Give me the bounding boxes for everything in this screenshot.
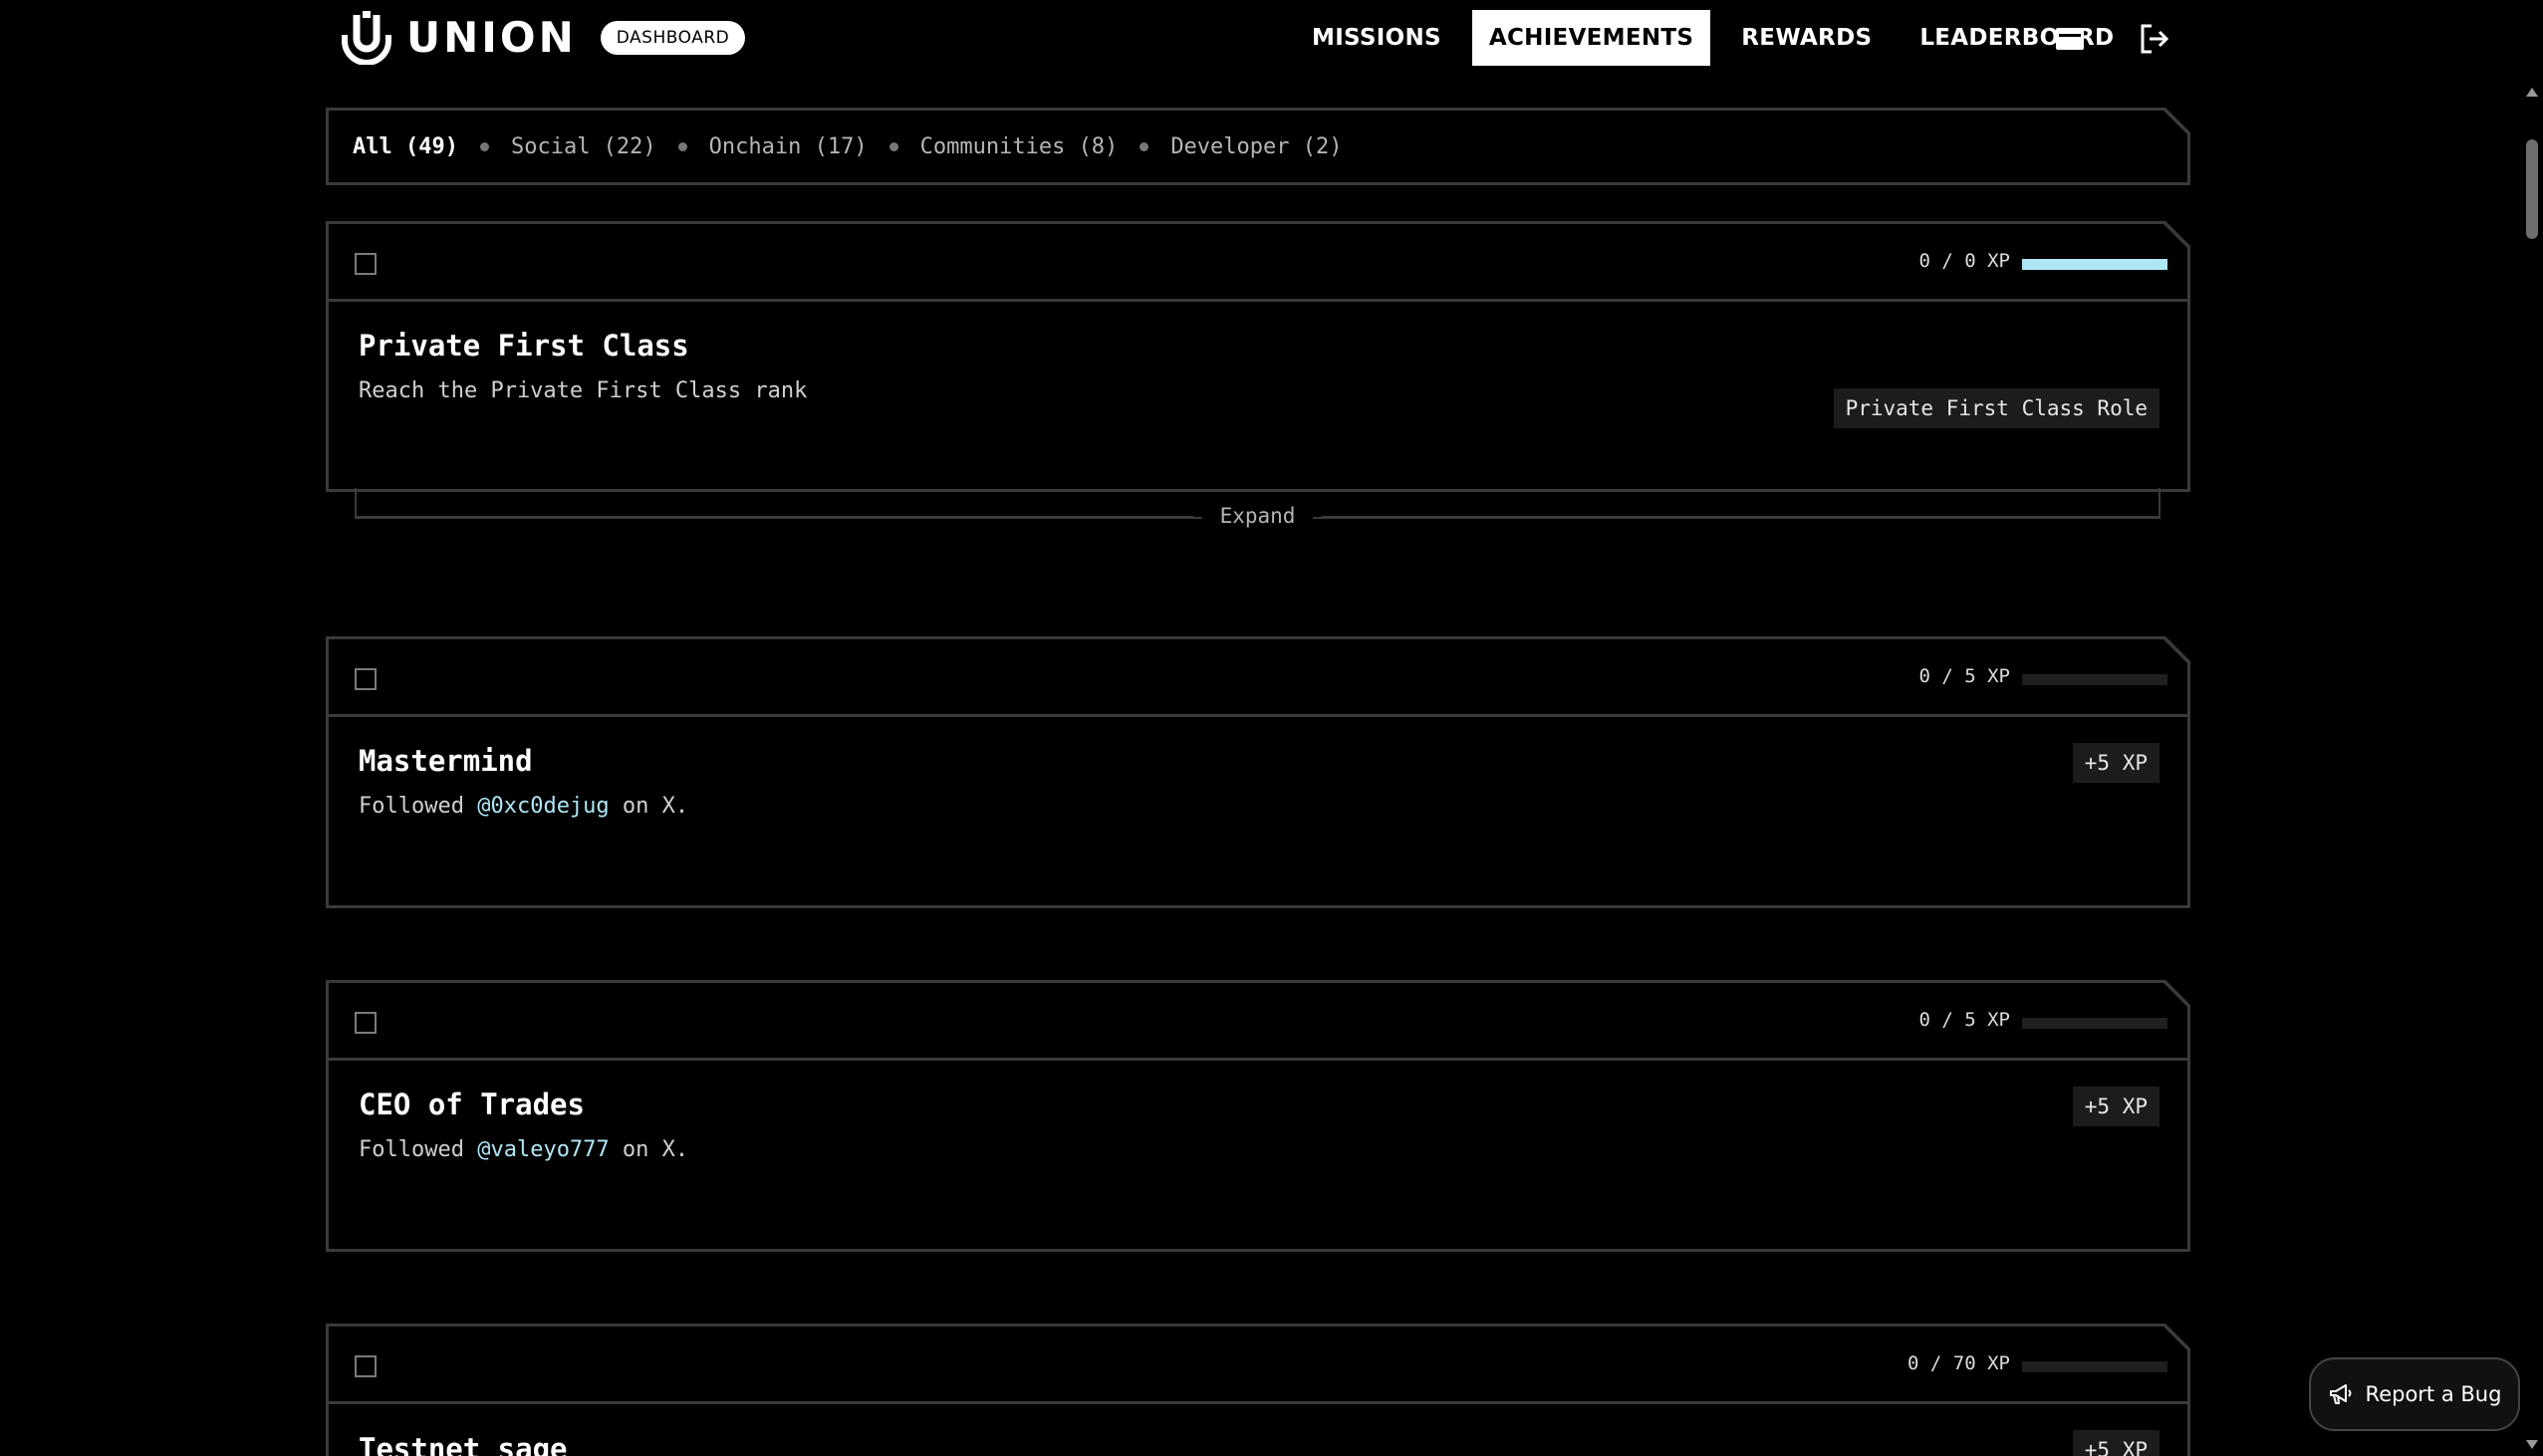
expand-section: Expand xyxy=(355,488,2161,528)
xp-progress-text: 0 / 5 XP xyxy=(1918,1009,2010,1031)
xp-progress-text: 0 / 0 XP xyxy=(1918,250,2010,272)
achievement-description: Followed @valeyo777 on X. xyxy=(359,1137,688,1162)
card-inner: 0 / 0 XP Private First Class Reach the P… xyxy=(329,224,2187,489)
top-nav: UNION DASHBOARD MISSIONS ACHIEVEMENTS RE… xyxy=(0,0,2520,78)
desc-prefix: Followed xyxy=(359,794,478,819)
filter-communities[interactable]: Communities (8) xyxy=(920,134,1119,159)
megaphone-icon xyxy=(2329,1384,2352,1404)
filter-developer[interactable]: Developer (2) xyxy=(1170,134,1342,159)
scrollbar-thumb[interactable] xyxy=(2526,139,2538,239)
filter-all[interactable]: All (49) xyxy=(353,134,458,159)
card-inner: 0 / 70 XP Testnet sage +5 XP xyxy=(329,1327,2187,1456)
nav-links: MISSIONS ACHIEVEMENTS REWARDS LEADERBOAR… xyxy=(1295,10,2145,66)
card-header: 0 / 0 XP xyxy=(329,224,2187,302)
logout-icon[interactable] xyxy=(2138,22,2171,56)
achievement-checkbox[interactable] xyxy=(355,668,377,690)
achievement-checkbox[interactable] xyxy=(355,1012,377,1034)
separator-dot xyxy=(678,142,687,151)
filter-onchain[interactable]: Onchain (17) xyxy=(709,134,868,159)
xp-progress-text: 0 / 5 XP xyxy=(1918,665,2010,687)
desc-suffix: on X. xyxy=(609,794,689,819)
achievement-card: 0 / 5 XP Mastermind Followed @0xc0dejug … xyxy=(326,636,2190,908)
xp-progress-bar xyxy=(2022,259,2167,270)
report-bug-button[interactable]: Report a Bug xyxy=(2309,1357,2520,1431)
card-inner: 0 / 5 XP Mastermind Followed @0xc0dejug … xyxy=(329,639,2187,905)
achievement-card: 0 / 70 XP Testnet sage +5 XP xyxy=(326,1324,2190,1456)
achievement-title: CEO of Trades xyxy=(359,1088,585,1121)
filter-bar-inner: All (49) Social (22) Onchain (17) Commun… xyxy=(329,111,2187,182)
separator-dot xyxy=(1140,142,1148,151)
brand-name: UNION xyxy=(406,13,577,62)
dashboard-badge: DASHBOARD xyxy=(600,21,746,55)
xp-progress-bar xyxy=(2022,1361,2167,1372)
card-header: 0 / 70 XP xyxy=(329,1327,2187,1404)
report-bug-label: Report a Bug xyxy=(2365,1382,2502,1406)
nav-leaderboard[interactable]: LEADERBOARD xyxy=(1903,10,2131,66)
scroll-down-icon[interactable] xyxy=(2526,1440,2538,1449)
achievement-checkbox[interactable] xyxy=(355,1355,377,1377)
filter-row: All (49) Social (22) Onchain (17) Commun… xyxy=(353,111,1343,182)
separator-dot xyxy=(890,142,898,151)
achievement-title: Testnet sage xyxy=(359,1432,568,1456)
achievement-description: Reach the Private First Class rank xyxy=(359,378,808,403)
expand-label: Expand xyxy=(1201,504,1314,528)
xp-progress-fill xyxy=(2022,259,2167,270)
desc-prefix: Followed xyxy=(359,1137,478,1162)
xp-reward-tag: +5 XP xyxy=(2073,1430,2160,1456)
scrollbar[interactable] xyxy=(2521,0,2543,1456)
card-header: 0 / 5 XP xyxy=(329,983,2187,1061)
achievement-title: Private First Class xyxy=(359,329,689,363)
xp-reward-tag: +5 XP xyxy=(2073,743,2160,783)
nav-rewards[interactable]: REWARDS xyxy=(1724,10,1889,66)
inbox-icon[interactable] xyxy=(2053,22,2087,56)
separator-dot xyxy=(480,142,489,151)
scroll-up-icon[interactable] xyxy=(2526,88,2538,97)
category-filter-bar: All (49) Social (22) Onchain (17) Commun… xyxy=(326,108,2190,185)
achievement-description: Followed @0xc0dejug on X. xyxy=(359,794,688,819)
card-header: 0 / 5 XP xyxy=(329,639,2187,717)
achievement-card: 0 / 5 XP CEO of Trades Followed @valeyo7… xyxy=(326,980,2190,1252)
achievement-card: 0 / 0 XP Private First Class Reach the P… xyxy=(326,221,2190,492)
card-inner: 0 / 5 XP CEO of Trades Followed @valeyo7… xyxy=(329,983,2187,1249)
x-handle-link[interactable]: @0xc0dejug xyxy=(477,794,609,819)
x-handle-link[interactable]: @valeyo777 xyxy=(477,1137,609,1162)
xp-progress-text: 0 / 70 XP xyxy=(1907,1352,2010,1374)
xp-progress-bar xyxy=(2022,1018,2167,1029)
filter-social[interactable]: Social (22) xyxy=(511,134,656,159)
xp-reward-tag: +5 XP xyxy=(2073,1087,2160,1126)
reward-role-tag: Private First Class Role xyxy=(1834,388,2160,428)
logo[interactable]: UNION DASHBOARD xyxy=(341,10,746,66)
xp-progress-bar xyxy=(2022,674,2167,685)
achievement-title: Mastermind xyxy=(359,744,533,778)
desc-suffix: on X. xyxy=(609,1137,689,1162)
achievement-checkbox[interactable] xyxy=(355,253,377,275)
nav-missions[interactable]: MISSIONS xyxy=(1295,10,1458,66)
page: UNION DASHBOARD MISSIONS ACHIEVEMENTS RE… xyxy=(0,0,2543,1456)
nav-achievements[interactable]: ACHIEVEMENTS xyxy=(1471,10,1711,66)
expand-button[interactable]: Expand xyxy=(357,504,2159,528)
union-logo-icon xyxy=(342,11,391,65)
